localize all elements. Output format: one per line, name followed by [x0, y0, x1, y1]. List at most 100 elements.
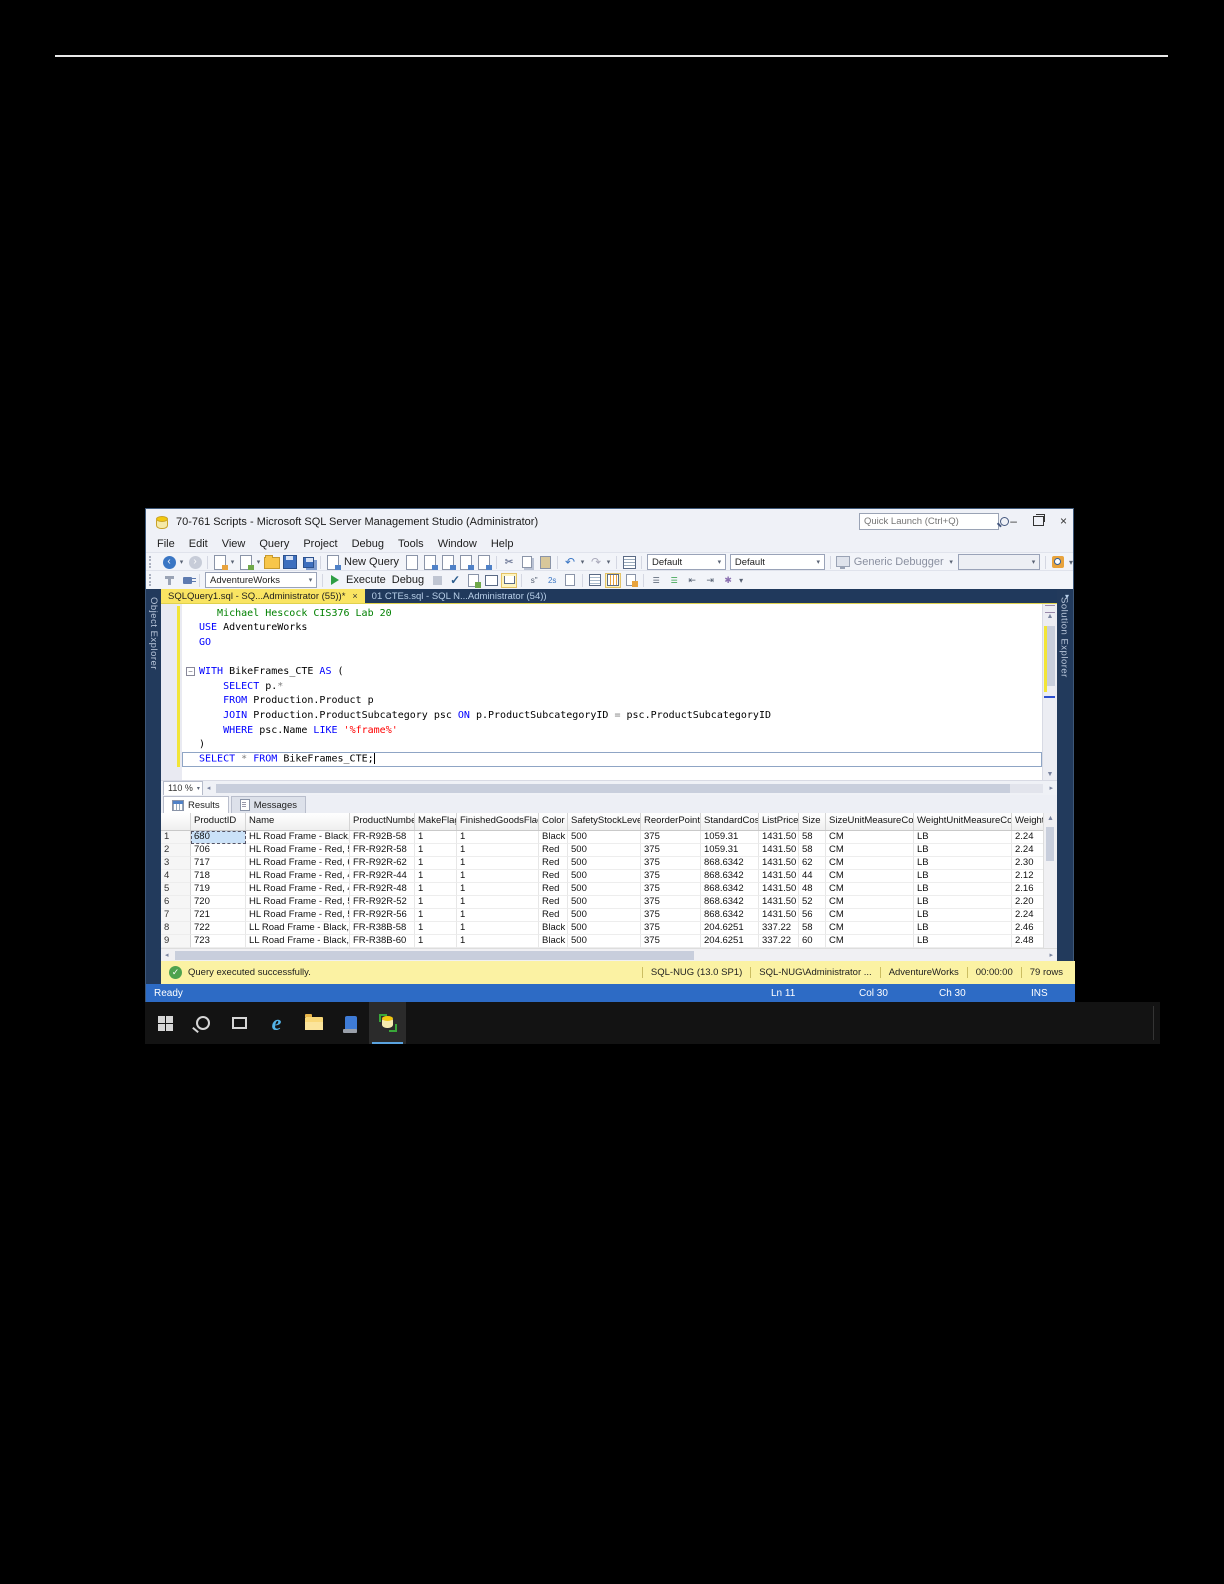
query-doc-icon[interactable] — [458, 554, 475, 571]
grid-cell[interactable]: 375 — [641, 870, 701, 883]
results-grid-icon[interactable] — [605, 572, 622, 588]
grid-cell[interactable]: 58 — [799, 831, 826, 844]
grid-cell[interactable]: HL Road Frame - Red, 44 — [246, 870, 350, 883]
grid-cell[interactable]: 1431.50 — [759, 831, 799, 844]
forward-icon[interactable]: › — [187, 555, 203, 570]
grid-cell[interactable]: 1 — [415, 909, 457, 922]
uncomment-icon[interactable]: ☰ — [666, 573, 682, 588]
row-number-cell[interactable]: 7 — [161, 909, 191, 922]
object-explorer-tab[interactable]: Object Explorer — [148, 597, 159, 670]
table-row[interactable]: 9723LL Road Frame - Black, 60FR-R38B-601… — [161, 935, 1057, 948]
grid-cell[interactable]: 1431.50 — [759, 883, 799, 896]
tab-results[interactable]: Results — [163, 796, 229, 813]
pin-icon[interactable] — [161, 573, 177, 588]
grid-cell[interactable]: 375 — [641, 935, 701, 948]
grid-cell[interactable]: FR-R38B-58 — [350, 922, 415, 935]
code-line-4[interactable] — [182, 650, 1042, 665]
grid-cell[interactable]: 706 — [191, 844, 246, 857]
column-header-makeflag[interactable]: MakeFlag — [415, 813, 457, 830]
grid-cell[interactable]: HL Road Frame - Black, 58 — [246, 831, 350, 844]
tab-list-dropdown-icon[interactable]: ▾ — [1065, 592, 1069, 601]
column-header-listprice[interactable]: ListPrice — [759, 813, 799, 830]
grid-cell[interactable]: 204.6251 — [701, 935, 759, 948]
code-line-7[interactable]: FROM Production.Product p — [182, 694, 1042, 709]
column-header-standardcost[interactable]: StandardCost — [701, 813, 759, 830]
grid-cell[interactable]: 2.24 — [1012, 844, 1044, 857]
row-number-cell[interactable]: 6 — [161, 896, 191, 909]
grid-cell[interactable]: 1 — [415, 870, 457, 883]
grid-cell[interactable]: 1 — [457, 870, 539, 883]
grid-cell[interactable]: 500 — [568, 922, 641, 935]
splitter-handle[interactable] — [1045, 605, 1055, 613]
grid-cell[interactable]: FR-R92B-58 — [350, 831, 415, 844]
grid-cell[interactable]: 2.24 — [1012, 831, 1044, 844]
results-file-icon[interactable] — [623, 573, 639, 588]
grid-cell[interactable]: 500 — [568, 844, 641, 857]
start-button[interactable] — [147, 1002, 184, 1044]
grid-cell[interactable]: Black — [539, 922, 568, 935]
query-doc-icon[interactable] — [476, 554, 493, 571]
grid-cell[interactable]: 375 — [641, 857, 701, 870]
copy-icon[interactable] — [519, 555, 535, 570]
generic-debugger-dropdown-icon[interactable]: ▾ — [948, 558, 955, 566]
grid-cell[interactable]: 1 — [415, 857, 457, 870]
grid-cell[interactable]: LB — [914, 935, 1012, 948]
toolbar-grip[interactable] — [149, 574, 156, 586]
grid-cell[interactable]: 375 — [641, 909, 701, 922]
save-all-icon[interactable] — [300, 555, 316, 570]
grid-cell[interactable]: LB — [914, 870, 1012, 883]
grid-cell[interactable]: CM — [826, 883, 914, 896]
table-row[interactable]: 5 719 HL Road Frame - Red, 48 FR-R92R-48 1 1 R… — [161, 883, 1057, 896]
grid-cell[interactable]: 1059.31 — [701, 831, 759, 844]
grid-cell[interactable]: 500 — [568, 883, 641, 896]
grid-horizontal-scrollbar[interactable]: ◂ ▸ — [161, 948, 1057, 961]
grid-cell[interactable]: 337.22 — [759, 935, 799, 948]
grid-cell[interactable]: 2.20 — [1012, 896, 1044, 909]
grid-cell[interactable]: 58 — [799, 922, 826, 935]
grid-cell[interactable]: 375 — [641, 896, 701, 909]
grid-cell[interactable]: 718 — [191, 870, 246, 883]
grid-cell[interactable]: LB — [914, 896, 1012, 909]
close-tab-icon[interactable]: × — [352, 591, 357, 601]
grid-cell[interactable]: 375 — [641, 831, 701, 844]
new-file-dropdown-icon[interactable]: ▾ — [229, 558, 236, 566]
grid-cell[interactable]: 721 — [191, 909, 246, 922]
grid-cell[interactable]: Black — [539, 935, 568, 948]
ssms-taskbar-button[interactable] — [369, 1002, 406, 1044]
grid-cell[interactable]: 1 — [457, 844, 539, 857]
execute-button[interactable]: Execute — [346, 574, 386, 586]
scroll-down-icon[interactable]: ▼ — [1043, 771, 1057, 778]
grid-cell[interactable]: Red — [539, 870, 568, 883]
grid-cell[interactable]: 1 — [457, 831, 539, 844]
grid-cell[interactable]: 44 — [799, 870, 826, 883]
code-line-5[interactable]: − WITH BikeFrames_CTE AS ( — [182, 664, 1042, 679]
code-area[interactable]: Michael Hescock CIS376 Lab 20 USE Adventu… — [182, 606, 1042, 767]
grid-cell[interactable]: HL Road Frame - Red, 58 — [246, 844, 350, 857]
grid-cell[interactable]: FR-R92R-44 — [350, 870, 415, 883]
grid-cell[interactable]: 868.6342 — [701, 909, 759, 922]
grid-cell[interactable]: 500 — [568, 896, 641, 909]
open-folder-icon[interactable] — [264, 555, 280, 570]
quick-launch-box[interactable] — [859, 513, 1009, 530]
scroll-right-icon[interactable]: ▸ — [1045, 951, 1057, 959]
code-line-3[interactable]: GO — [182, 635, 1042, 650]
grid-cell[interactable]: LB — [914, 844, 1012, 857]
undo-dropdown-icon[interactable]: ▾ — [579, 558, 586, 566]
grid-cell[interactable]: FR-R92R-48 — [350, 883, 415, 896]
grid-cell[interactable]: 2.48 — [1012, 935, 1044, 948]
grid-cell[interactable]: FR-R92R-56 — [350, 909, 415, 922]
grid-cell[interactable]: 1431.50 — [759, 857, 799, 870]
grid-cell[interactable]: 1431.50 — [759, 909, 799, 922]
menu-file[interactable]: File — [150, 537, 182, 551]
grid-cell[interactable]: 2.24 — [1012, 909, 1044, 922]
grid-cell[interactable]: LB — [914, 922, 1012, 935]
table-row[interactable]: 1680HL Road Frame - Black, 58FR-R92B-581… — [161, 831, 1057, 844]
grid-cell[interactable]: 2.30 — [1012, 857, 1044, 870]
stop-icon[interactable] — [429, 573, 445, 588]
grid-cell[interactable]: 719 — [191, 883, 246, 896]
pinned-app-button[interactable] — [332, 1002, 369, 1044]
comment-icon[interactable]: ☰ — [648, 573, 664, 588]
new-db-query-icon[interactable] — [404, 554, 420, 570]
scroll-left-icon[interactable]: ◂ — [161, 951, 173, 959]
redo-dropdown-icon[interactable]: ▾ — [605, 558, 612, 566]
